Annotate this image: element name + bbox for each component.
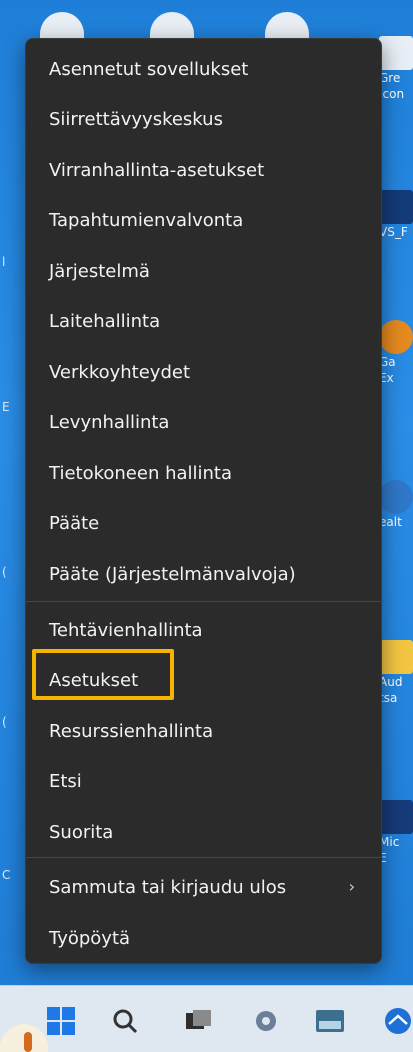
menu-item-label: Virranhallinta-asetukset — [49, 159, 265, 181]
menu-item-shutdown-signout[interactable]: Sammuta tai kirjaudu ulos › — [26, 865, 383, 909]
desktop-icon-label: Gre — [379, 71, 401, 85]
menu-item-label: Resurssienhallinta — [49, 720, 214, 742]
menu-item-label: Pääte — [49, 512, 100, 534]
desktop-icon-label: Aud — [379, 675, 403, 689]
menu-item-label: Laitehallinta — [49, 310, 161, 332]
desktop-icon[interactable] — [150, 12, 194, 40]
menu-item-terminal-admin[interactable]: Pääte (Järjestelmänvalvoja) — [26, 552, 383, 596]
menu-item-label: Etsi — [49, 770, 82, 792]
menu-item-label: Siirrettävyyskeskus — [49, 108, 223, 130]
keyboard-app-icon[interactable] — [315, 1006, 345, 1036]
desktop-icon[interactable] — [265, 12, 309, 40]
menu-item-system[interactable]: Järjestelmä — [26, 249, 383, 293]
menu-item-label: Tietokoneen hallinta — [49, 462, 233, 484]
desktop-icon-label: tsa — [379, 691, 398, 705]
taskbar — [0, 985, 413, 1052]
desktop-icon-label: Mic — [379, 835, 400, 849]
task-view-icon[interactable] — [183, 1006, 213, 1036]
menu-separator — [26, 601, 383, 602]
menu-separator — [26, 857, 383, 858]
menu-item-device-manager[interactable]: Laitehallinta — [26, 299, 383, 343]
menu-item-search[interactable]: Etsi — [26, 759, 383, 803]
menu-item-label: Työpöytä — [49, 927, 131, 949]
menu-item-power-options[interactable]: Virranhallinta-asetukset — [26, 148, 383, 192]
menu-item-task-manager[interactable]: Tehtävienhallinta — [26, 608, 383, 652]
menu-item-label: Pääte (Järjestelmänvalvoja) — [49, 563, 296, 585]
desktop-icon-label: Ga — [379, 355, 396, 369]
menu-item-mobility-center[interactable]: Siirrettävyyskeskus — [26, 97, 383, 141]
desktop-left-edge: l E ( ( C — [2, 255, 11, 882]
search-icon[interactable] — [110, 1006, 140, 1036]
menu-item-terminal[interactable]: Pääte — [26, 501, 383, 545]
top-desktop-icons — [30, 0, 360, 40]
menu-item-desktop[interactable]: Työpöytä — [26, 916, 383, 960]
menu-item-network-connections[interactable]: Verkkoyhteydet — [26, 350, 383, 394]
menu-item-label: Sammuta tai kirjaudu ulos — [49, 876, 287, 898]
settings-icon[interactable] — [251, 1006, 281, 1036]
winx-context-menu: Asennetut sovellukset Siirrettävyyskesku… — [25, 38, 383, 964]
desktop-icon[interactable]: Mic E — [379, 800, 413, 866]
menu-item-disk-management[interactable]: Levynhallinta — [26, 400, 383, 444]
menu-item-computer-management[interactable]: Tietokoneen hallinta — [26, 451, 383, 495]
desktop-icon-label: VS_F — [379, 225, 408, 239]
desktop-icon-label: Ex — [379, 371, 394, 385]
chevron-right-icon: › — [348, 877, 355, 896]
desktop-icon[interactable] — [40, 12, 84, 40]
desktop-icon-label: ealt — [379, 515, 402, 529]
desktop-icon[interactable]: Aud tsa — [379, 640, 413, 706]
desktop-icon[interactable]: Ga Ex — [379, 320, 413, 386]
menu-item-label: Suorita — [49, 821, 114, 843]
menu-item-label: Asennetut sovellukset — [49, 58, 249, 80]
desktop-icon[interactable]: ealt — [379, 480, 413, 530]
menu-item-label: Verkkoyhteydet — [49, 361, 191, 383]
desktop-icon[interactable]: VS_F — [379, 190, 413, 240]
menu-item-event-viewer[interactable]: Tapahtumienvalvonta — [26, 198, 383, 242]
menu-item-label: Levynhallinta — [49, 411, 170, 433]
menu-item-file-explorer[interactable]: Resurssienhallinta — [26, 709, 383, 753]
menu-item-installed-apps[interactable]: Asennetut sovellukset — [26, 47, 383, 91]
windows-start-icon[interactable] — [46, 1006, 76, 1036]
menu-item-label: Tapahtumienvalvonta — [49, 209, 244, 231]
menu-item-label: Tehtävienhallinta — [49, 619, 203, 641]
menu-item-label: Järjestelmä — [49, 260, 150, 282]
settings-highlight-box — [32, 649, 174, 700]
desktop-icon-label: Icon — [379, 87, 405, 101]
desktop-icon-label: E — [379, 851, 387, 865]
menu-item-run[interactable]: Suorita — [26, 810, 383, 854]
desktop-icon[interactable]: Gre Icon — [379, 36, 413, 102]
network-app-icon[interactable] — [383, 1006, 413, 1036]
